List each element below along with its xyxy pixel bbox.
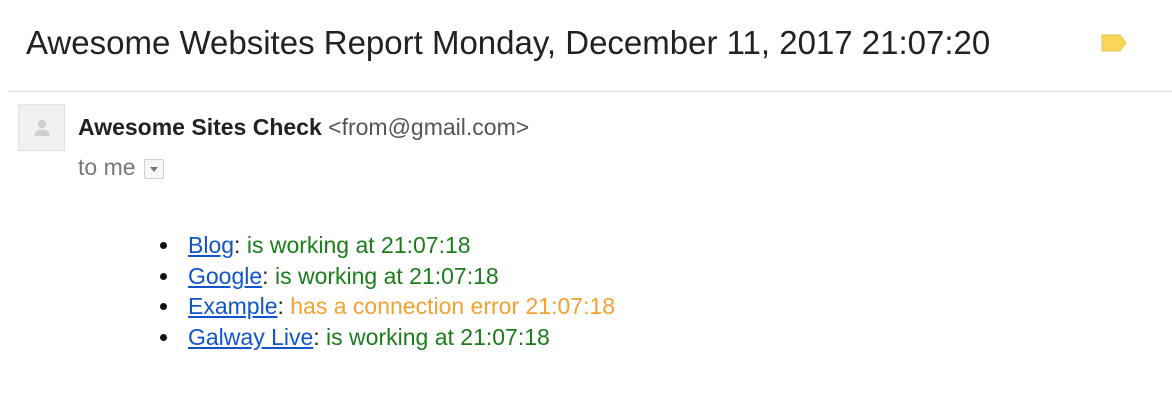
sender-line: Awesome Sites Check <from@gmail.com> bbox=[78, 114, 529, 141]
email-subject: Awesome Websites Report Monday, December… bbox=[26, 24, 991, 61]
label-tag-icon[interactable] bbox=[1100, 33, 1128, 53]
bullet-icon bbox=[160, 333, 167, 341]
site-link-example[interactable]: Example bbox=[188, 293, 277, 319]
chevron-down-icon bbox=[149, 166, 158, 172]
person-icon bbox=[34, 119, 49, 136]
show-details-button[interactable] bbox=[143, 158, 164, 179]
list-item: Example: has a connection error 21:07:18 bbox=[160, 291, 615, 322]
site-link-blog[interactable]: Blog bbox=[188, 232, 234, 258]
site-link-google[interactable]: Google bbox=[188, 263, 262, 289]
status-text: has a connection error 21:07:18 bbox=[283, 293, 616, 319]
header-divider bbox=[8, 91, 1172, 92]
bullet-icon bbox=[160, 242, 167, 249]
sender-avatar[interactable] bbox=[18, 104, 65, 151]
status-text: is working at 21:07:18 bbox=[319, 323, 550, 350]
status-text: is working at 21:07:18 bbox=[268, 262, 499, 289]
email-view: Awesome Websites Report Monday, December… bbox=[0, 0, 1172, 416]
list-item: Galway Live: is working at 21:07:18 bbox=[160, 322, 615, 353]
bullet-icon bbox=[160, 303, 167, 310]
sender-email: <from@gmail.com> bbox=[328, 114, 530, 140]
subject-row: Awesome Websites Report Monday, December… bbox=[26, 20, 1146, 66]
list-item: Google: is working at 21:07:18 bbox=[160, 261, 615, 292]
recipient-line: to me bbox=[78, 154, 164, 181]
status-text: is working at 21:07:18 bbox=[240, 232, 471, 258]
recipient-text: to me bbox=[78, 154, 136, 180]
list-item: Blog: is working at 21:07:18 bbox=[160, 230, 615, 261]
bullet-icon bbox=[160, 272, 167, 280]
site-link-galway-live[interactable]: Galway Live bbox=[188, 324, 313, 350]
report-list: Blog: is working at 21:07:18 Google: is … bbox=[160, 230, 615, 352]
sender-name[interactable]: Awesome Sites Check bbox=[78, 114, 322, 140]
